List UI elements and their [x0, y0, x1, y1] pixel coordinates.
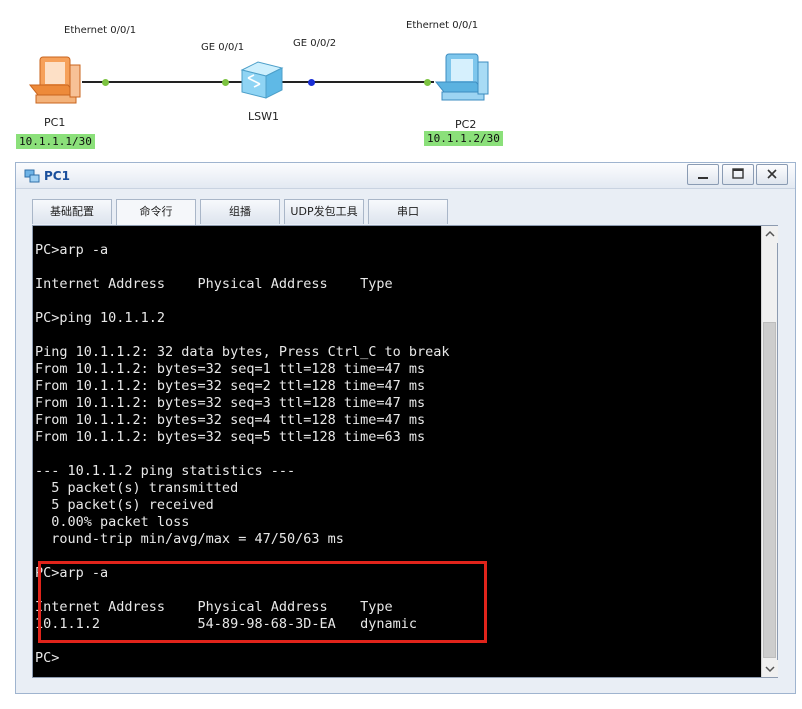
window-titlebar[interactable]: PC1 — [16, 163, 795, 189]
pc2-device-icon[interactable] — [434, 52, 492, 112]
terminal-line: Ping 10.1.1.2: 32 data bytes, Press Ctrl… — [35, 344, 450, 360]
terminal-frame: PC>arp -a Internet Address Physical Addr… — [32, 225, 778, 678]
terminal-line: From 10.1.1.2: bytes=32 seq=1 ttl=128 ti… — [35, 361, 426, 377]
terminal-line: From 10.1.1.2: bytes=32 seq=2 ttl=128 ti… — [35, 378, 426, 394]
scroll-up-button[interactable] — [762, 226, 778, 243]
close-icon — [757, 165, 787, 184]
maximize-button[interactable] — [722, 164, 754, 185]
terminal-line: PC>arp -a — [35, 242, 109, 258]
pc1-ip-tag: 10.1.1.1/30 — [16, 134, 95, 149]
terminal-scrollbar[interactable] — [761, 226, 778, 677]
lsw1-switch-icon[interactable] — [238, 60, 286, 106]
tab-command-line[interactable]: 命令行 — [116, 199, 196, 225]
terminal-line: --- 10.1.1.2 ping statistics --- — [35, 463, 296, 479]
tab-serial[interactable]: 串口 — [368, 199, 448, 224]
tab-udp-tool[interactable]: UDP发包工具 — [284, 199, 364, 224]
link-lsw1-pc2[interactable] — [282, 81, 434, 83]
terminal-line: From 10.1.1.2: bytes=32 seq=4 ttl=128 ti… — [35, 412, 426, 428]
pc2-ip-tag: 10.1.1.2/30 — [424, 131, 503, 146]
scrollbar-thumb[interactable] — [763, 322, 776, 658]
pc2-port-status — [424, 79, 431, 86]
minimize-icon — [688, 165, 718, 184]
tab-multicast[interactable]: 组播 — [200, 199, 280, 224]
terminal-line: Internet Address Physical Address Type — [35, 276, 393, 292]
window-title: PC1 — [44, 169, 70, 183]
pc1-name-label: PC1 — [44, 116, 66, 129]
terminal-line: PC>ping 10.1.1.2 — [35, 310, 166, 326]
ensp-workspace: Ethernet 0/0/1 GE 0/0/1 GE 0/0/2 Etherne… — [0, 0, 802, 709]
pc1-config-window: PC1 基础配置 命令行 组播 UDP发包工具 串口 PC>arp -a Int… — [15, 162, 796, 694]
scroll-down-button[interactable] — [762, 660, 778, 677]
minimize-button[interactable] — [687, 164, 719, 185]
maximize-icon — [723, 165, 753, 184]
pc2-port-label: Ethernet 0/0/1 — [406, 20, 479, 31]
tab-basic-config[interactable]: 基础配置 — [32, 199, 112, 224]
chevron-up-icon — [762, 228, 778, 247]
pc-app-icon — [24, 168, 40, 184]
terminal-line: round-trip min/avg/max = 47/50/63 ms — [35, 531, 344, 547]
terminal-prompt-line: PC> — [35, 650, 60, 666]
terminal-line: From 10.1.1.2: bytes=32 seq=3 ttl=128 ti… — [35, 395, 426, 411]
terminal-line: 5 packet(s) received — [35, 497, 214, 513]
close-button[interactable] — [756, 164, 788, 185]
chevron-down-icon — [762, 662, 778, 681]
terminal-line: 0.00% packet loss — [35, 514, 190, 530]
terminal-line: 5 packet(s) transmitted — [35, 480, 239, 496]
pc1-port-status — [102, 79, 109, 86]
command-terminal[interactable]: PC>arp -a Internet Address Physical Addr… — [33, 226, 761, 677]
lsw1-left-port-label: GE 0/0/1 — [201, 42, 245, 53]
lsw1-name-label: LSW1 — [248, 110, 279, 123]
lsw1-ge002-port-status — [308, 79, 315, 86]
pc2-name-label: PC2 — [455, 118, 477, 131]
terminal-line: From 10.1.1.2: bytes=32 seq=5 ttl=128 ti… — [35, 429, 426, 445]
arp-result-highlight — [38, 561, 487, 643]
lsw1-ge001-port-status — [222, 79, 229, 86]
lsw1-right-port-label: GE 0/0/2 — [293, 38, 337, 49]
pc1-device-icon[interactable] — [28, 55, 84, 113]
pc1-port-label: Ethernet 0/0/1 — [64, 25, 137, 36]
